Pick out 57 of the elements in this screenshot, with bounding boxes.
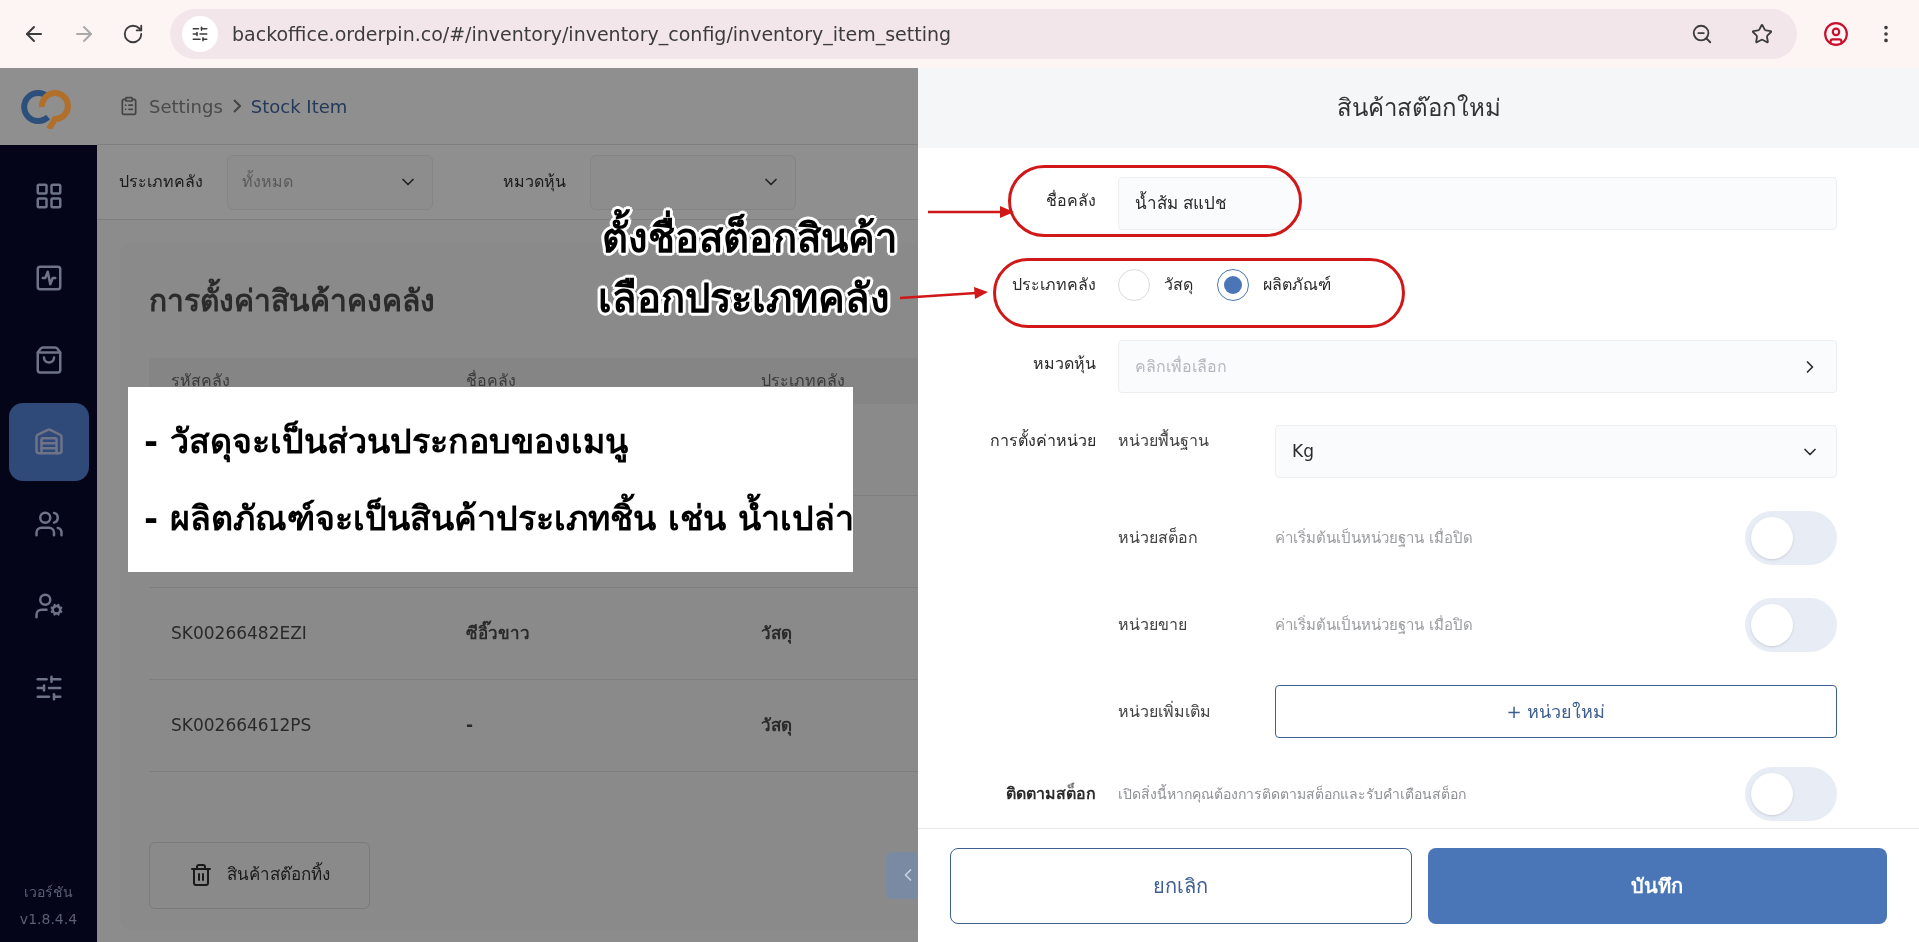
trash-icon [189, 863, 213, 887]
warehouse-icon [33, 427, 64, 457]
filter-label: ประเภทคลัง [119, 171, 203, 193]
table-cell-text: วัสดุ [760, 713, 793, 738]
breadcrumb-current: Stock Item [250, 94, 348, 119]
drawer-title: สินค้าสต๊อกใหม่ [1336, 93, 1501, 124]
save-button[interactable]: บันทึก [1427, 847, 1887, 924]
bookmark-star-icon[interactable] [1751, 23, 1773, 45]
name-input[interactable]: น้ำส้ม สแปช [1118, 177, 1837, 230]
address-bar[interactable]: backoffice.orderpin.co/#/inventory/inventory_config/inventory_item_setting [170, 9, 1797, 59]
new-unit-button[interactable]: + หน่วยใหม่ [1275, 685, 1837, 738]
chevron-right-icon [232, 99, 241, 113]
column-header: รหัสคลัง [170, 370, 231, 392]
table-cell-text: SK00266482EZI [170, 621, 308, 645]
cancel-button[interactable]: ยกเลิก [950, 847, 1412, 924]
column-header: ประเภทคลัง [760, 370, 846, 392]
radio-label: วัสดุ [1164, 274, 1193, 297]
unit-hint: ค่าเริ่มต้นเป็นหน่วยฐาน เมื่อปิด [1275, 527, 1474, 549]
toggle-switch[interactable] [1745, 598, 1837, 652]
discard-stock-button[interactable]: สินค้าสต๊อกทิ้ง [149, 841, 370, 909]
radio-label: ผลิตภัณฑ์ [1263, 274, 1331, 296]
column-header: ชื่อคลัง [465, 369, 517, 392]
version-label: เวอร์ชัน [24, 883, 73, 902]
zoom-icon[interactable] [1691, 23, 1713, 45]
toggle-switch[interactable] [1745, 767, 1837, 821]
table-cell-text: SK002664612PS [170, 713, 313, 737]
tracking-hint: เปิดสิ่งนี้หากคุณต้องการติดตามสต็อกและรับคำเตือนสต็อก [1118, 783, 1467, 805]
field-label: ติดตามสต็อก [1006, 782, 1096, 805]
unit-hint: ค่าเริ่มต้นเป็นหน่วยฐาน เมื่อปิด [1275, 614, 1474, 636]
annotation-label: เลือกประเภทคลัง [598, 274, 890, 323]
field-label: หมวดหุ้น [1033, 353, 1096, 376]
page-title: การตั้งค่าสินค้าคงคลัง [149, 243, 435, 358]
sidebar-item[interactable] [8, 403, 89, 481]
field-label: การตั้งค่าหน่วย [990, 429, 1096, 452]
site-settings-icon[interactable] [191, 25, 209, 43]
annotation-label: ตั้งชื่อสต็อกสินค้า [602, 211, 897, 265]
users-icon [33, 509, 64, 539]
table-cell-text: ซีอิ๊วขาว [465, 620, 531, 645]
table-cell-text: - [465, 713, 475, 737]
reload-icon[interactable] [122, 23, 144, 45]
base-unit-select[interactable]: Kg [1275, 425, 1837, 478]
toggle-switch[interactable] [1745, 511, 1837, 565]
field-label: ชื่อคลัง [1046, 189, 1096, 212]
user-gear-icon [33, 591, 64, 621]
profile-icon[interactable] [1823, 21, 1849, 47]
unit-label: หน่วยขาย [1118, 614, 1188, 636]
table-cell-text: วัสดุ [760, 621, 793, 646]
url-text: backoffice.orderpin.co/#/inventory/inventory_config/inventory_item_setting [232, 21, 953, 48]
callout-text: - วัสดุจะเป็นส่วนประกอบของเมนู [144, 419, 629, 465]
unit-label: หน่วยสต็อก [1118, 526, 1199, 549]
unit-label: หน่วยพื้นฐาน [1118, 428, 1210, 452]
unit-label: หน่วยเพิ่มเติม [1118, 700, 1212, 723]
filter-label: หมวดหุ้น [503, 171, 566, 194]
clipboard-icon [119, 96, 139, 116]
callout-text: - ผลิตภัณฑ์จะเป็นสินค้าประเภทชิ้น เช่น น้ำเปล่า [144, 492, 853, 544]
field-label: ประเภทคลัง [1012, 274, 1096, 296]
version-number: v1.8.4.4 [19, 910, 78, 929]
